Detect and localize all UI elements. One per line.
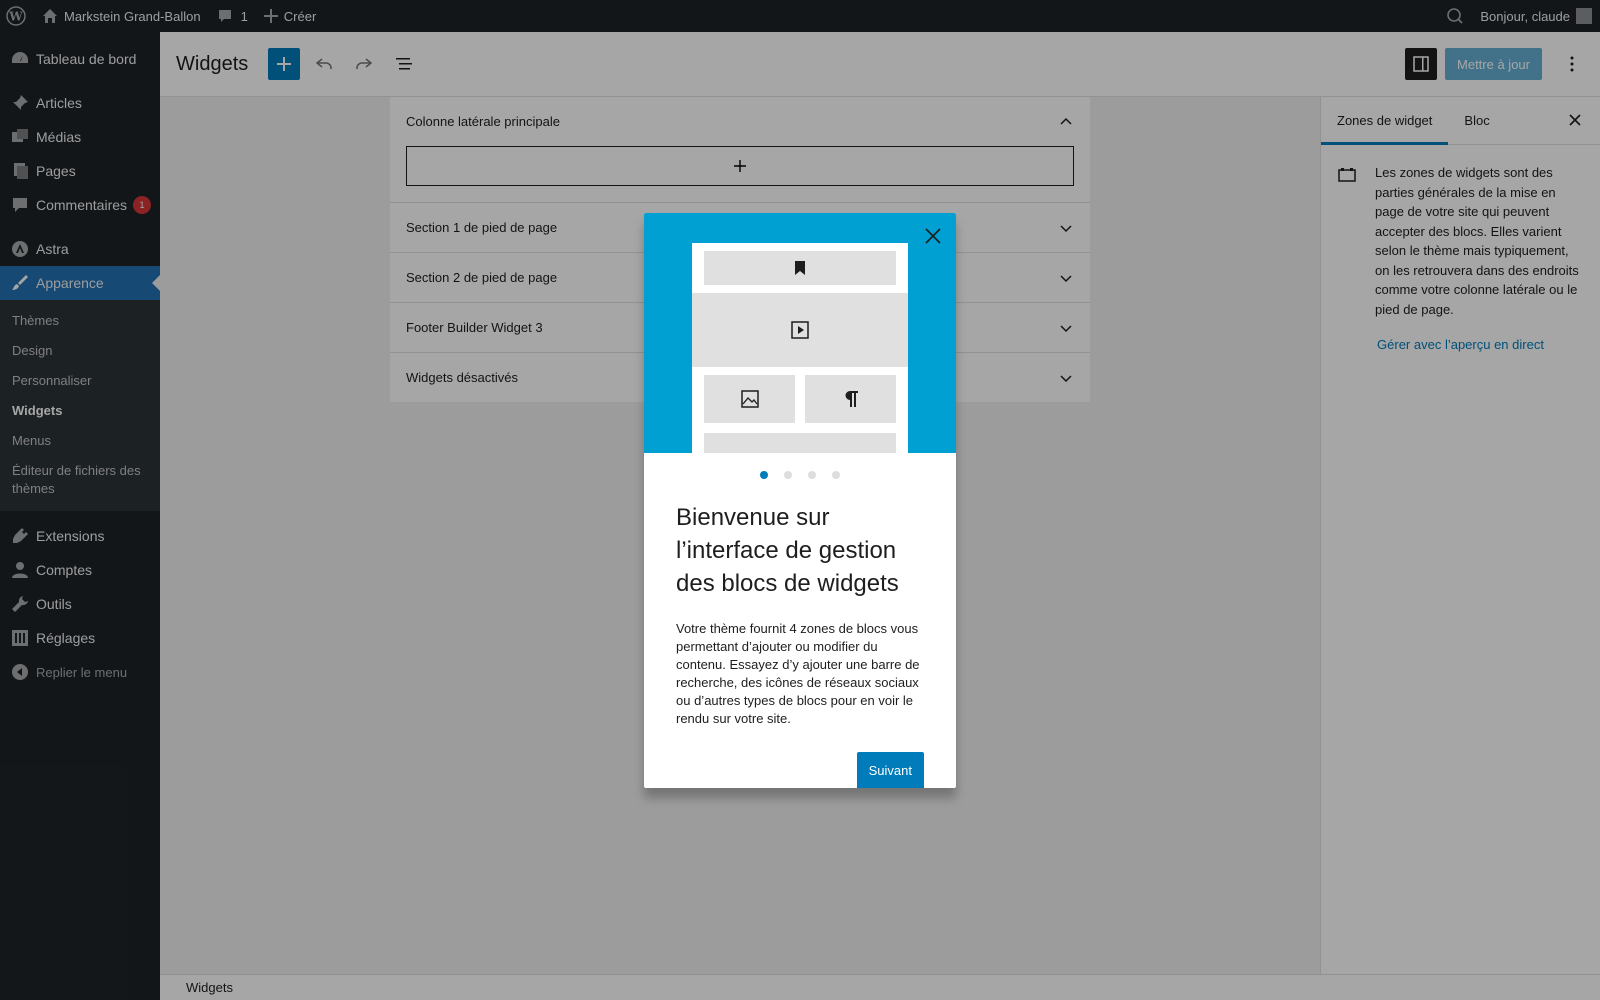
bookmark-icon xyxy=(795,261,805,275)
page-dot-4[interactable] xyxy=(832,471,840,479)
guide-text: Votre thème fournit 4 zones de blocs vou… xyxy=(676,621,920,726)
page-dot-2[interactable] xyxy=(784,471,792,479)
page-dot-1[interactable] xyxy=(760,471,768,479)
video-block xyxy=(692,293,908,367)
close-icon xyxy=(925,228,941,244)
paragraph-block xyxy=(805,375,896,423)
guide-illustration xyxy=(644,213,956,453)
image-icon xyxy=(740,390,759,408)
guide-pagination xyxy=(644,471,956,479)
welcome-guide-modal: Bienvenue sur l’interface de gestion des… xyxy=(644,213,956,788)
bookmark-block xyxy=(704,251,896,285)
next-button[interactable]: Suivant xyxy=(856,752,924,788)
placeholder-block xyxy=(704,433,896,453)
image-block xyxy=(704,375,795,423)
paragraph-icon xyxy=(845,391,858,407)
page-dot-3[interactable] xyxy=(808,471,816,479)
layout-illustration xyxy=(692,243,908,453)
guide-title: Bienvenue sur l’interface de gestion des… xyxy=(676,504,899,597)
video-icon xyxy=(791,321,809,339)
close-guide-button[interactable] xyxy=(920,223,946,249)
